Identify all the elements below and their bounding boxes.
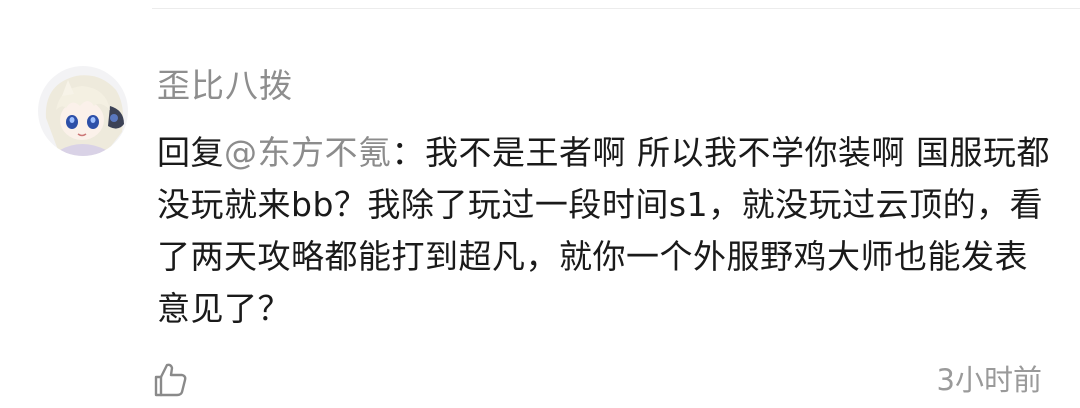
like-button[interactable]: [150, 360, 190, 400]
divider: [152, 8, 1080, 9]
comment-item: 歪比八拨 回复@东方不氪：我不是王者啊 所以我不学你装啊 国服玩都没玩就来bb？…: [0, 0, 1080, 408]
author-name[interactable]: 歪比八拨: [157, 64, 293, 108]
reply-separator: ：: [391, 133, 425, 172]
avatar[interactable]: [38, 66, 128, 156]
thumbs-up-icon: [154, 363, 187, 397]
comment-text: 回复@东方不氪：我不是王者啊 所以我不学你装啊 国服玩都没玩就来bb？我除了玩过…: [157, 127, 1057, 335]
mention-link[interactable]: @东方不氪: [224, 133, 392, 172]
timestamp: 3小时前: [936, 363, 1042, 397]
anime-avatar-image: [38, 66, 128, 156]
reply-prefix: 回复: [157, 133, 224, 172]
